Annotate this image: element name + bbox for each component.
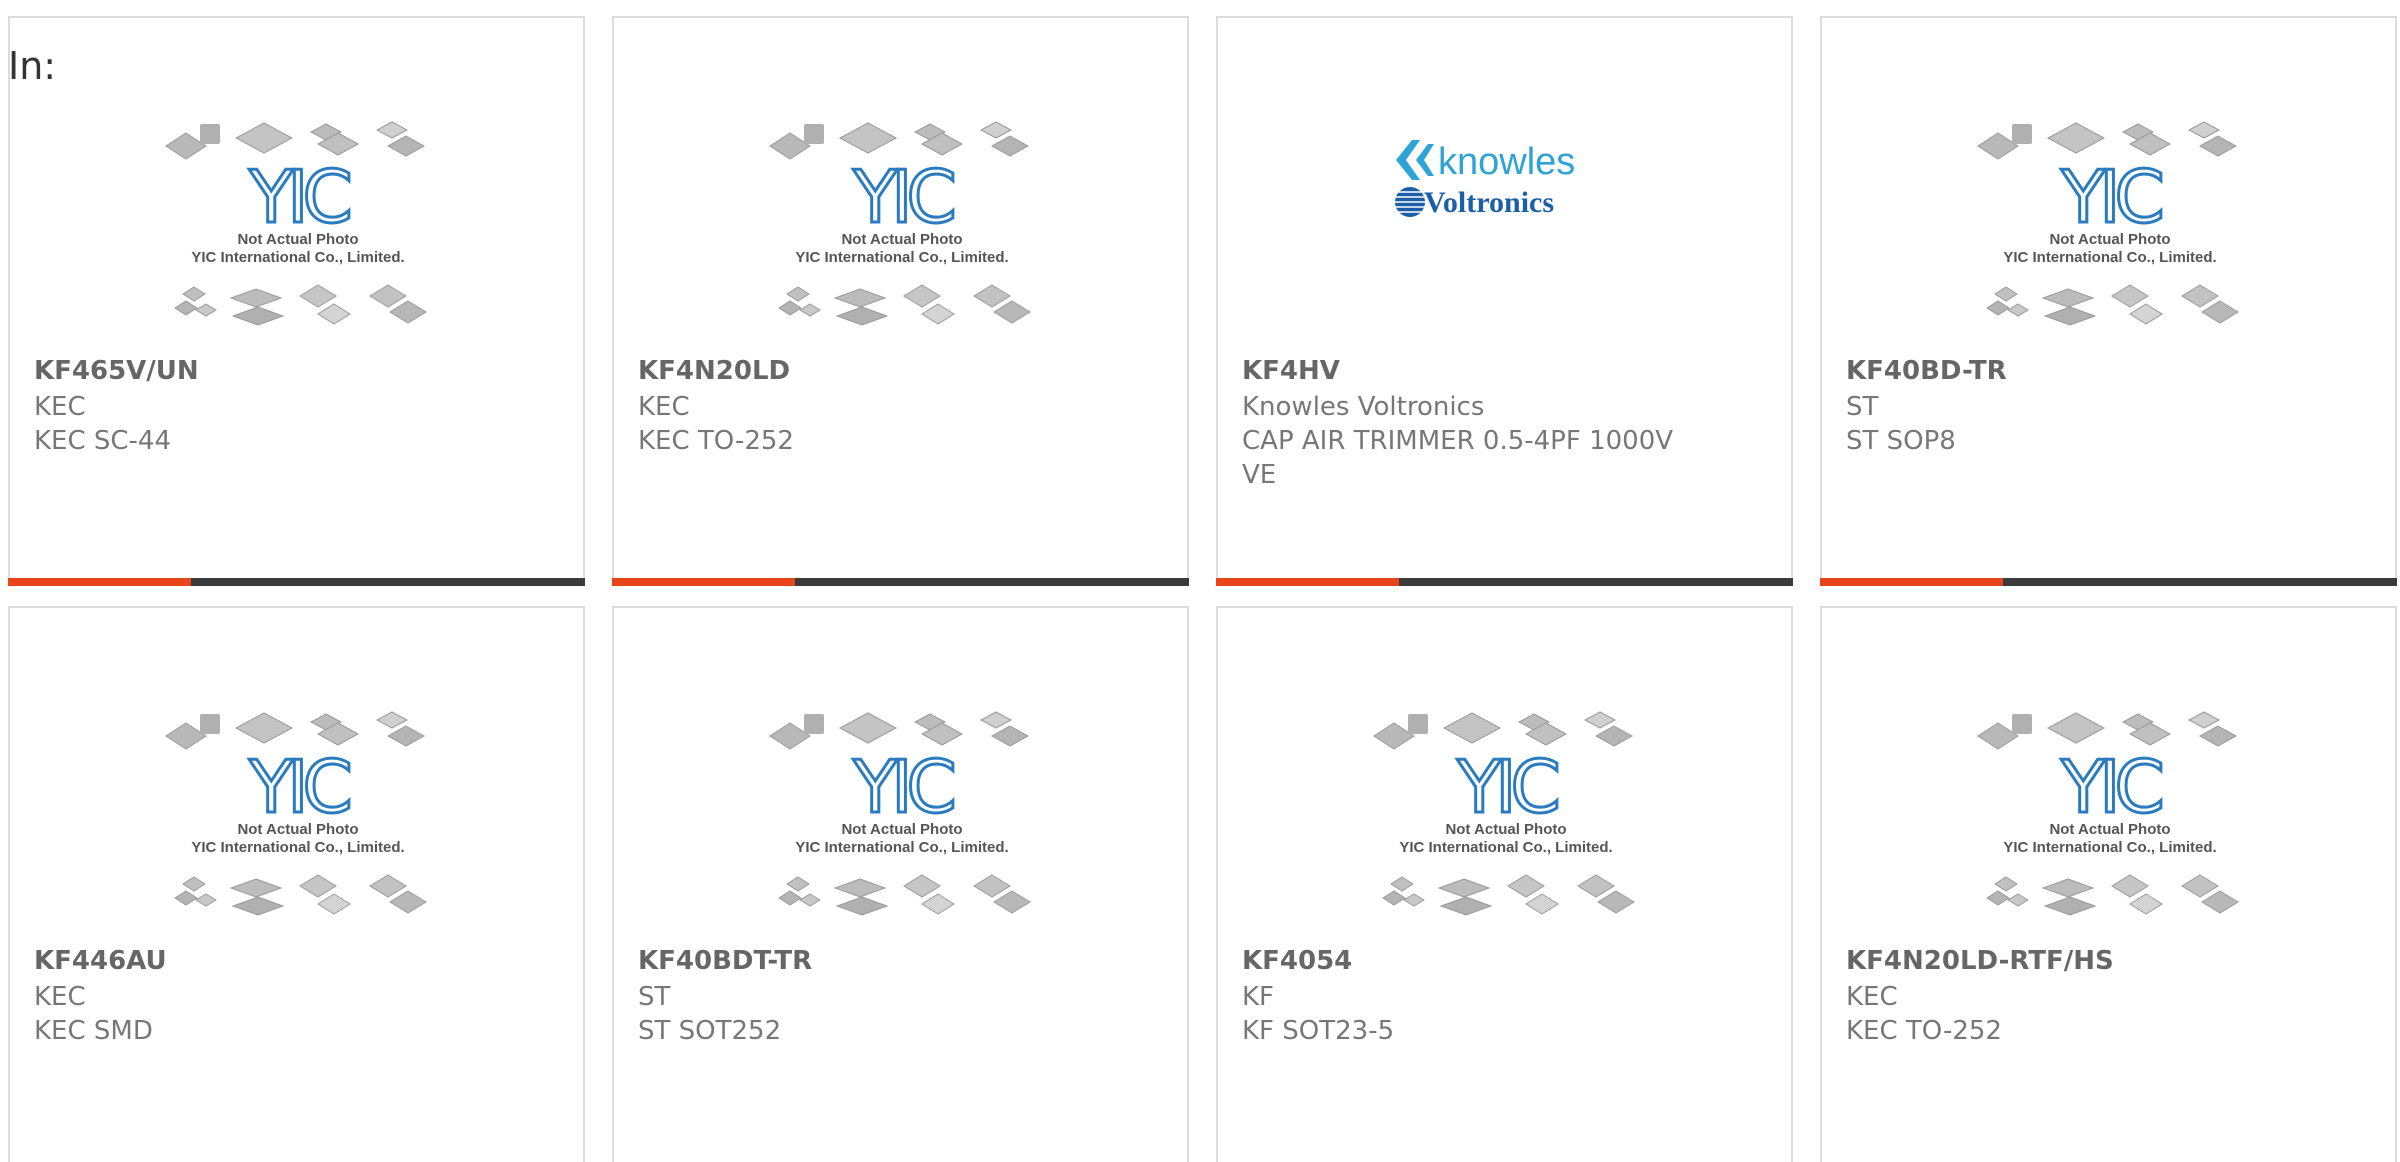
product-description: KEC SC-44 — [34, 426, 172, 456]
svg-text:YIC International Co., Limited: YIC International Co., Limited. — [191, 839, 404, 856]
yic-placeholder-icon: YICNot Actual PhotoYIC International Co.… — [165, 711, 427, 916]
svg-text:YIC: YIC — [2060, 155, 2161, 239]
svg-text:Not Actual Photo: Not Actual Photo — [2049, 231, 2170, 248]
part-number[interactable]: KF40BDT-TR — [638, 946, 812, 976]
manufacturer-name: KEC — [638, 392, 690, 422]
manufacturer-name: KEC — [34, 982, 86, 1012]
manufacturer-name: KEC — [1846, 982, 1898, 1012]
card-accent-bar — [1216, 578, 1399, 586]
in-label: In: — [8, 44, 57, 88]
svg-text:YIC: YIC — [1456, 745, 1557, 829]
card-footer-bar — [8, 578, 585, 586]
svg-text:YIC: YIC — [248, 745, 349, 829]
product-grid-page: In: YIC Not Actual Photo YIC International… — [0, 0, 2400, 1162]
svg-text:YIC International Co., Limited: YIC International Co., Limited. — [2003, 839, 2216, 856]
product-image[interactable]: knowles Voltronics — [1366, 104, 1646, 344]
product-card[interactable]: YIC Not Actual Photo YIC International Co.… — [612, 16, 1189, 586]
yic-placeholder-icon: YICNot Actual PhotoYIC International Co.… — [1977, 711, 2239, 916]
part-number[interactable]: KF4054 — [1242, 946, 1352, 976]
part-number[interactable]: KF4N20LD — [638, 356, 790, 386]
svg-text:YIC International Co., Limited: YIC International Co., Limited. — [191, 249, 404, 266]
product-card[interactable]: YIC Not Actual Photo YIC International Co.… — [1216, 606, 1793, 1162]
product-image[interactable]: YIC Not Actual Photo YIC International Co.… — [1366, 694, 1646, 934]
product-image[interactable]: YIC Not Actual Photo YIC International Co.… — [762, 694, 1042, 934]
product-card[interactable]: YIC Not Actual Photo YIC International Co.… — [612, 606, 1189, 1162]
knowles-voltronics-logo: knowlesVoltronics — [1395, 140, 1575, 219]
svg-text:YIC International Co., Limited: YIC International Co., Limited. — [795, 249, 1008, 266]
product-image[interactable]: YIC Not Actual Photo YIC International Co.… — [158, 104, 438, 344]
card-footer-bar — [1820, 578, 2397, 586]
svg-text:Not Actual Photo: Not Actual Photo — [237, 231, 358, 248]
yic-placeholder-icon: YICNot Actual PhotoYIC International Co.… — [1373, 711, 1635, 916]
yic-placeholder-icon: YICNot Actual PhotoYIC International Co.… — [165, 121, 427, 326]
card-footer-bar — [612, 578, 1189, 586]
part-number[interactable]: KF4N20LD-RTF/HS — [1846, 946, 2114, 976]
yic-placeholder-icon: YICNot Actual PhotoYIC International Co.… — [769, 121, 1031, 326]
card-footer-bar — [1216, 578, 1793, 586]
yic-placeholder-icon: YICNot Actual PhotoYIC International Co.… — [1977, 121, 2239, 326]
svg-text:YIC: YIC — [2060, 745, 2161, 829]
svg-text:YIC International Co., Limited: YIC International Co., Limited. — [795, 839, 1008, 856]
product-image[interactable]: YIC Not Actual Photo YIC International Co.… — [1970, 694, 2250, 934]
product-card[interactable]: YIC Not Actual Photo YIC International Co.… — [8, 16, 585, 586]
part-number[interactable]: KF465V/UN — [34, 356, 199, 386]
product-description: KEC TO-252 — [638, 426, 794, 456]
product-image[interactable]: YIC Not Actual Photo YIC International Co.… — [1970, 104, 2250, 344]
part-number[interactable]: KF446AU — [34, 946, 167, 976]
svg-text:Not Actual Photo: Not Actual Photo — [1445, 821, 1566, 838]
product-card[interactable]: YIC Not Actual Photo YIC International Co.… — [1820, 16, 2397, 586]
svg-text:Not Actual Photo: Not Actual Photo — [841, 821, 962, 838]
product-image[interactable]: YIC Not Actual Photo YIC International Co.… — [762, 104, 1042, 344]
part-number[interactable]: KF4HV — [1242, 356, 1340, 386]
manufacturer-name: KF — [1242, 982, 1275, 1012]
product-description: KEC SMD — [34, 1016, 153, 1046]
svg-text:YIC: YIC — [248, 155, 349, 239]
product-card[interactable]: knowles Voltronics KF4HV Knowles Voltroni… — [1216, 16, 1793, 586]
card-accent-bar — [1820, 578, 2003, 586]
card-accent-bar — [8, 578, 191, 586]
svg-text:YIC: YIC — [852, 745, 953, 829]
manufacturer-name: ST — [638, 982, 671, 1012]
product-description: KF SOT23-5 — [1242, 1016, 1395, 1046]
product-card[interactable]: YIC Not Actual Photo YIC International Co.… — [8, 606, 585, 1162]
svg-text:YIC International Co., Limited: YIC International Co., Limited. — [1399, 839, 1612, 856]
product-description: CAP AIR TRIMMER 0.5-4PF 1000V VE — [1242, 426, 1674, 490]
product-description: ST SOT252 — [638, 1016, 782, 1046]
manufacturer-name: Knowles Voltronics — [1242, 392, 1485, 422]
svg-text:Voltronics: Voltronics — [1424, 186, 1554, 219]
svg-text:Not Actual Photo: Not Actual Photo — [2049, 821, 2170, 838]
product-image[interactable]: YIC Not Actual Photo YIC International Co.… — [158, 694, 438, 934]
yic-placeholder-icon: YICNot Actual PhotoYIC International Co.… — [769, 711, 1031, 916]
svg-text:knowles: knowles — [1438, 141, 1575, 183]
svg-text:Not Actual Photo: Not Actual Photo — [237, 821, 358, 838]
svg-text:Not Actual Photo: Not Actual Photo — [841, 231, 962, 248]
product-description: ST SOP8 — [1846, 426, 1956, 456]
product-card[interactable]: YIC Not Actual Photo YIC International Co.… — [1820, 606, 2397, 1162]
part-number[interactable]: KF40BD-TR — [1846, 356, 2007, 386]
svg-text:YIC International Co., Limited: YIC International Co., Limited. — [2003, 249, 2216, 266]
card-accent-bar — [612, 578, 795, 586]
manufacturer-name: ST — [1846, 392, 1879, 422]
svg-text:YIC: YIC — [852, 155, 953, 239]
product-description: KEC TO-252 — [1846, 1016, 2002, 1046]
manufacturer-name: KEC — [34, 392, 86, 422]
